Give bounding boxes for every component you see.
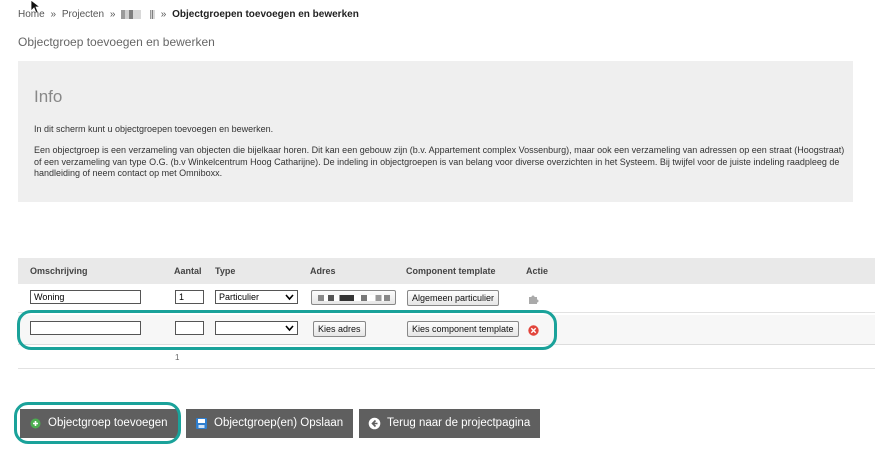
breadcrumb: Home » Projecten » » Objectgroepen toevo…	[18, 9, 359, 20]
column-header-type: Type	[215, 266, 236, 276]
table-header: Omschrijving Aantal Type Adres Component…	[18, 258, 875, 284]
back-to-project-label: Terug naar de projectpagina	[387, 417, 531, 429]
breadcrumb-current: Objectgroepen toevoegen en bewerken	[172, 9, 359, 20]
add-button-highlight	[14, 402, 181, 444]
info-paragraph: Een objectgroep is een verzameling van o…	[34, 145, 845, 178]
component-template-button[interactable]: Algemeen particulier	[407, 290, 500, 306]
page-title: Objectgroep toevoegen en bewerken	[18, 35, 215, 49]
redacted-address	[317, 295, 390, 301]
breadcrumb-project-link-redacted[interactable]	[121, 9, 142, 19]
type-select-value: Particulier	[219, 292, 260, 302]
column-header-component-template: Component template	[406, 266, 496, 276]
total-count: 1	[175, 353, 180, 362]
breadcrumb-separator: »	[160, 9, 167, 20]
table-footer-divider	[18, 368, 875, 369]
address-button-redacted[interactable]	[311, 290, 396, 305]
save-objectgroups-label: Objectgroep(en) Opslaan	[214, 417, 344, 429]
back-to-project-button[interactable]: Terug naar de projectpagina	[359, 409, 541, 438]
save-objectgroups-button[interactable]: Objectgroep(en) Opslaan	[186, 409, 354, 438]
type-select[interactable]: Particulier	[215, 290, 298, 304]
column-header-description: Omschrijving	[30, 266, 88, 276]
breadcrumb-project-link-redacted[interactable]	[149, 9, 155, 19]
column-header-count: Aantal	[174, 266, 202, 276]
column-header-address: Adres	[310, 266, 336, 276]
info-paragraph: In dit scherm kunt u objectgroepen toevo…	[34, 124, 274, 134]
new-row-highlight	[17, 310, 557, 350]
breadcrumb-separator: »	[50, 9, 57, 20]
breadcrumb-home-link[interactable]: Home	[18, 9, 45, 20]
floppy-disk-icon	[196, 418, 207, 429]
description-input[interactable]	[30, 290, 141, 304]
info-panel: Info In dit scherm kunt u objectgroepen …	[18, 61, 853, 202]
info-heading: Info	[34, 87, 63, 106]
column-header-action: Actie	[526, 266, 549, 276]
table-row: Particulier Algemeen particulier	[18, 284, 875, 313]
count-input[interactable]	[175, 290, 204, 304]
breadcrumb-separator: »	[109, 9, 116, 20]
chevron-down-icon	[285, 294, 294, 301]
puzzle-piece-icon[interactable]	[527, 292, 540, 305]
breadcrumb-projects-link[interactable]: Projecten	[62, 9, 104, 20]
arrow-left-circle-icon	[368, 417, 381, 430]
